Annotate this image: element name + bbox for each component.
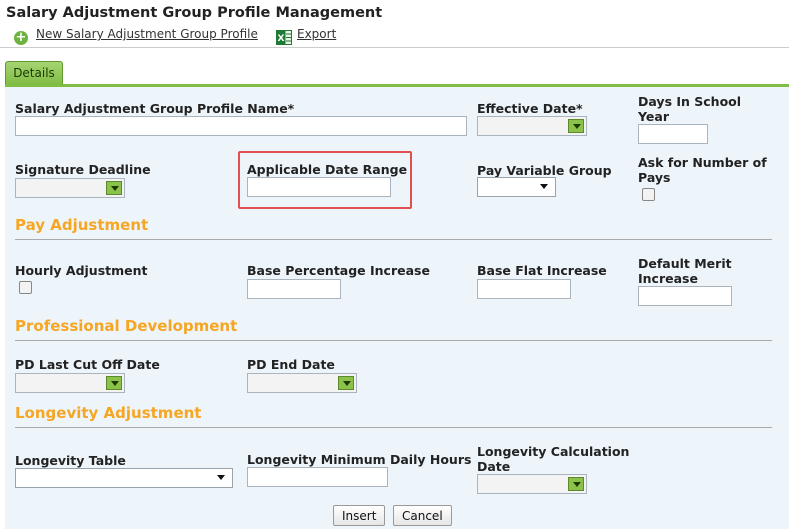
longevity-calc-date-picker[interactable] xyxy=(477,474,587,494)
pay-variable-group-label: Pay Variable Group xyxy=(477,163,612,178)
base-flat-input[interactable] xyxy=(477,279,571,299)
longevity-table-label: Longevity Table xyxy=(15,453,126,468)
section-divider xyxy=(15,427,772,428)
effective-date-label: Effective Date* xyxy=(477,101,583,116)
default-merit-label: Default Merit Increase xyxy=(638,256,732,286)
insert-button[interactable]: Insert xyxy=(333,505,386,526)
new-profile-link[interactable]: New Salary Adjustment Group Profile xyxy=(36,27,258,41)
hourly-adjustment-label: Hourly Adjustment xyxy=(15,263,148,278)
base-percentage-label: Base Percentage Increase xyxy=(247,263,430,278)
calendar-dropdown-icon[interactable] xyxy=(568,119,584,133)
longevity-min-hours-input[interactable] xyxy=(247,467,388,487)
page-title: Salary Adjustment Group Profile Manageme… xyxy=(6,5,383,21)
excel-icon[interactable]: X xyxy=(276,30,292,45)
plus-circle-icon[interactable]: + xyxy=(14,31,28,45)
profile-name-input[interactable] xyxy=(15,116,467,136)
days-in-school-year-label-line2: Year xyxy=(638,109,669,124)
svg-text:X: X xyxy=(278,34,285,44)
hourly-adjustment-checkbox[interactable] xyxy=(19,281,32,294)
longevity-table-select[interactable] xyxy=(15,468,233,488)
base-flat-label: Base Flat Increase xyxy=(477,263,607,278)
effective-date-picker[interactable] xyxy=(477,116,587,136)
days-in-school-year-label: Days In School Year xyxy=(638,94,741,124)
applicable-date-range-input[interactable] xyxy=(247,177,391,197)
cancel-button[interactable]: Cancel xyxy=(393,505,452,526)
calendar-dropdown-icon[interactable] xyxy=(106,376,122,390)
ask-number-of-pays-label: Ask for Number of Pays xyxy=(638,155,767,185)
ask-number-of-pays-checkbox[interactable] xyxy=(642,188,655,201)
longevity-calc-date-label: Longevity Calculation Date xyxy=(477,444,629,474)
export-link[interactable]: Export xyxy=(297,27,336,41)
default-merit-label-line2: Increase xyxy=(638,271,698,286)
base-percentage-input[interactable] xyxy=(247,279,341,299)
pay-adjustment-heading: Pay Adjustment xyxy=(15,216,149,234)
toolbar-divider xyxy=(0,47,789,48)
chevron-down-icon xyxy=(217,475,225,480)
pd-end-date-label: PD End Date xyxy=(247,357,335,372)
applicable-date-range-label: Applicable Date Range xyxy=(247,162,408,177)
pd-last-cutoff-picker[interactable] xyxy=(15,373,125,393)
calendar-dropdown-icon[interactable] xyxy=(106,181,122,195)
pd-last-cutoff-label: PD Last Cut Off Date xyxy=(15,357,160,372)
tab-details[interactable]: Details xyxy=(5,61,63,85)
calendar-dropdown-icon[interactable] xyxy=(568,477,584,491)
days-in-school-year-input[interactable] xyxy=(638,124,708,144)
chevron-down-icon xyxy=(540,184,548,189)
longevity-calc-date-label-line1: Longevity Calculation xyxy=(477,444,630,459)
longevity-heading: Longevity Adjustment xyxy=(15,404,202,422)
pay-variable-group-select[interactable] xyxy=(477,177,556,197)
signature-deadline-label: Signature Deadline xyxy=(15,162,151,177)
longevity-calc-date-label-line2: Date xyxy=(477,459,511,474)
section-divider xyxy=(15,239,772,240)
longevity-min-hours-label: Longevity Minimum Daily Hours xyxy=(247,452,472,467)
ask-number-of-pays-label-line1: Ask for Number of xyxy=(638,155,767,170)
signature-deadline-picker[interactable] xyxy=(15,178,125,198)
professional-development-heading: Professional Development xyxy=(15,317,238,335)
section-divider xyxy=(15,340,772,341)
default-merit-label-line1: Default Merit xyxy=(638,256,732,271)
default-merit-input[interactable] xyxy=(638,286,732,306)
days-in-school-year-label-line1: Days In School xyxy=(638,94,742,109)
pd-end-date-picker[interactable] xyxy=(247,373,357,393)
calendar-dropdown-icon[interactable] xyxy=(338,376,354,390)
profile-name-label: Salary Adjustment Group Profile Name* xyxy=(15,101,295,116)
ask-number-of-pays-label-line2: Pays xyxy=(638,170,671,185)
